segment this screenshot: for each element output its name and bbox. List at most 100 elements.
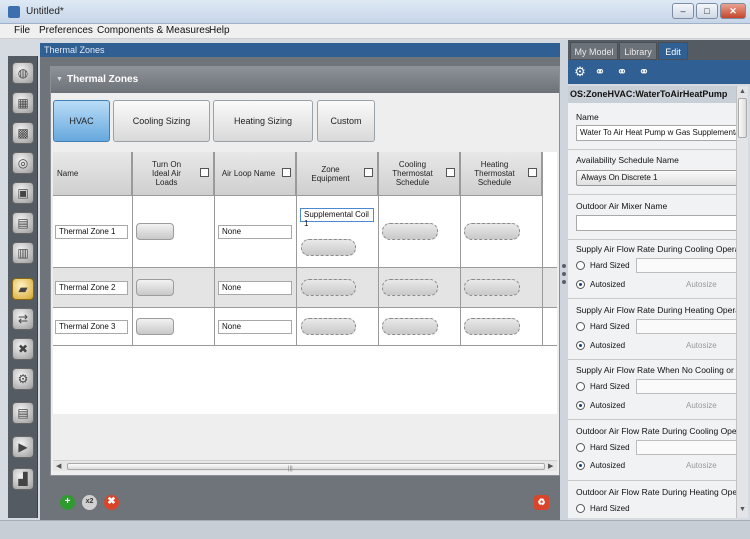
autosized-radio[interactable] <box>576 280 585 289</box>
globe-icon[interactable]: ◍ <box>12 62 34 84</box>
name-input[interactable]: Water To Air Heat Pump w Gas Supplementa… <box>576 125 738 141</box>
run-icon[interactable]: ▶ <box>12 436 34 458</box>
variables-icon[interactable]: ✖ <box>12 338 34 360</box>
autosize-value: Autosize <box>686 341 717 350</box>
hard-sized-label: Hard Sized <box>590 382 630 391</box>
copy-icon[interactable]: x2 <box>82 495 97 510</box>
purge-icon[interactable]: ♻ <box>534 495 549 510</box>
link-icon[interactable]: ⚭ <box>614 64 630 80</box>
gear-icon[interactable]: ⚙ <box>572 64 588 80</box>
building-stories-icon[interactable]: ▤ <box>12 212 34 234</box>
hard-sized-input[interactable] <box>636 379 738 394</box>
air-loop-name-field[interactable]: None <box>218 320 292 334</box>
scroll-right-icon[interactable]: ▶ <box>548 462 553 470</box>
menu-preferences[interactable]: Preferences <box>39 25 93 36</box>
air-loop-name-field[interactable]: None <box>218 225 292 239</box>
ideal-air-loads-toggle[interactable] <box>136 318 174 335</box>
cooling-thermostat-drop-zone[interactable] <box>382 223 438 240</box>
simulation-settings-icon[interactable]: ⚙ <box>12 368 34 390</box>
cooling-thermostat-drop-zone[interactable] <box>382 318 438 335</box>
divider <box>568 194 738 195</box>
zone-equipment-item[interactable]: Supplemental Coil 1 <box>300 208 374 228</box>
link-icon[interactable]: ⚭ <box>636 64 652 80</box>
hard-sized-input[interactable] <box>636 440 738 455</box>
link-icon[interactable]: ⚭ <box>592 64 608 80</box>
vertical-scroll-thumb[interactable] <box>738 98 747 138</box>
tab-heating-sizing-parameters[interactable]: Heating Sizing Parameters <box>213 100 313 166</box>
panel-header[interactable]: ▼ Thermal Zones <box>51 67 559 93</box>
outdoor-air-mixer-input[interactable] <box>576 215 738 231</box>
collapse-triangle-icon[interactable]: ▼ <box>56 76 63 83</box>
vertical-scrollbar[interactable]: ▲ ▼ <box>736 86 748 518</box>
hard-sized-label: Hard Sized <box>590 261 630 270</box>
divider <box>568 359 738 360</box>
constructions-icon[interactable]: ▩ <box>12 122 34 144</box>
heating-thermostat-select-all-checkbox[interactable] <box>528 168 537 177</box>
zone-name-input[interactable]: Thermal Zone 3 <box>55 320 128 334</box>
hard-sized-radio[interactable] <box>576 443 585 452</box>
zone-name-input[interactable]: Thermal Zone 1 <box>55 225 128 239</box>
air-loop-name-field[interactable]: None <box>218 281 292 295</box>
autosized-radio[interactable] <box>576 401 585 410</box>
tab-custom[interactable]: Custom <box>317 100 375 142</box>
tab-hvac-systems[interactable]: HVAC Systems <box>53 100 110 166</box>
zone-equipment-drop-zone[interactable] <box>301 239 356 256</box>
add-icon[interactable]: + <box>60 495 75 510</box>
thermal-zones-icon[interactable]: ▰ <box>12 278 34 300</box>
hard-sized-radio[interactable] <box>576 322 585 331</box>
column-header-air-loop-name: Air Loop Name <box>214 152 296 196</box>
hard-sized-input[interactable] <box>636 258 738 273</box>
hard-sized-radio[interactable] <box>576 504 585 513</box>
autosized-radio[interactable] <box>576 461 585 470</box>
hard-sized-radio[interactable] <box>576 382 585 391</box>
scroll-down-icon[interactable]: ▼ <box>739 506 746 513</box>
autosized-radio[interactable] <box>576 341 585 350</box>
tab-library[interactable]: Library <box>619 42 657 60</box>
availability-schedule-select[interactable]: Always On Discrete 1 <box>576 170 738 186</box>
divider <box>568 298 738 299</box>
hard-sized-label: Hard Sized <box>590 504 630 513</box>
zone-equipment-drop-zone[interactable] <box>301 279 356 296</box>
ideal-air-loads-select-all-checkbox[interactable] <box>200 168 209 177</box>
calendar-icon[interactable]: ▦ <box>12 92 34 114</box>
hard-sized-radio[interactable] <box>576 261 585 270</box>
divider <box>568 149 738 150</box>
panel-splitter[interactable] <box>560 40 568 520</box>
tab-my-model[interactable]: My Model <box>570 42 618 60</box>
hard-sized-input[interactable] <box>636 319 738 334</box>
ideal-air-loads-toggle[interactable] <box>136 223 174 240</box>
cooling-thermostat-select-all-checkbox[interactable] <box>446 168 455 177</box>
scroll-up-icon[interactable]: ▲ <box>739 88 746 95</box>
center-header: Thermal Zones <box>40 43 560 57</box>
menu-help[interactable]: Help <box>209 25 230 36</box>
menu-file[interactable]: File <box>14 25 30 36</box>
remove-icon[interactable]: ✖ <box>104 495 119 510</box>
cooling-thermostat-drop-zone[interactable] <box>382 279 438 296</box>
heating-thermostat-drop-zone[interactable] <box>464 279 520 296</box>
scroll-left-icon[interactable]: ◀ <box>56 462 61 470</box>
scripts-icon[interactable]: ▤ <box>12 402 34 424</box>
close-button[interactable]: ✕ <box>720 3 746 19</box>
horizontal-scrollbar[interactable]: ◀ ||| ▶ <box>53 460 557 472</box>
divider <box>568 239 738 240</box>
heating-thermostat-drop-zone[interactable] <box>464 318 520 335</box>
air-loop-select-all-checkbox[interactable] <box>282 168 291 177</box>
space-types-icon[interactable]: ▣ <box>12 182 34 204</box>
divider <box>568 419 738 420</box>
minimize-button[interactable]: – <box>672 3 694 19</box>
loads-icon[interactable]: ◎ <box>12 152 34 174</box>
menu-components-measures[interactable]: Components & Measures <box>97 25 210 36</box>
maximize-button[interactable]: □ <box>696 3 718 19</box>
hvac-systems-icon[interactable]: ⇄ <box>12 308 34 330</box>
ideal-air-loads-toggle[interactable] <box>136 279 174 296</box>
results-icon[interactable]: ▟ <box>12 468 34 490</box>
tab-cooling-sizing-parameters[interactable]: Cooling Sizing Parameters <box>113 100 210 166</box>
horizontal-scroll-thumb[interactable]: ||| <box>67 463 545 472</box>
zone-name-input[interactable]: Thermal Zone 2 <box>55 281 128 295</box>
tab-edit[interactable]: Edit <box>658 42 688 60</box>
facility-icon[interactable]: ▥ <box>12 242 34 264</box>
field-label: Outdoor Air Flow Rate During Cooling Ope… <box>576 426 738 436</box>
zone-equipment-select-all-checkbox[interactable] <box>364 168 373 177</box>
zone-equipment-drop-zone[interactable] <box>301 318 356 335</box>
heating-thermostat-drop-zone[interactable] <box>464 223 520 240</box>
